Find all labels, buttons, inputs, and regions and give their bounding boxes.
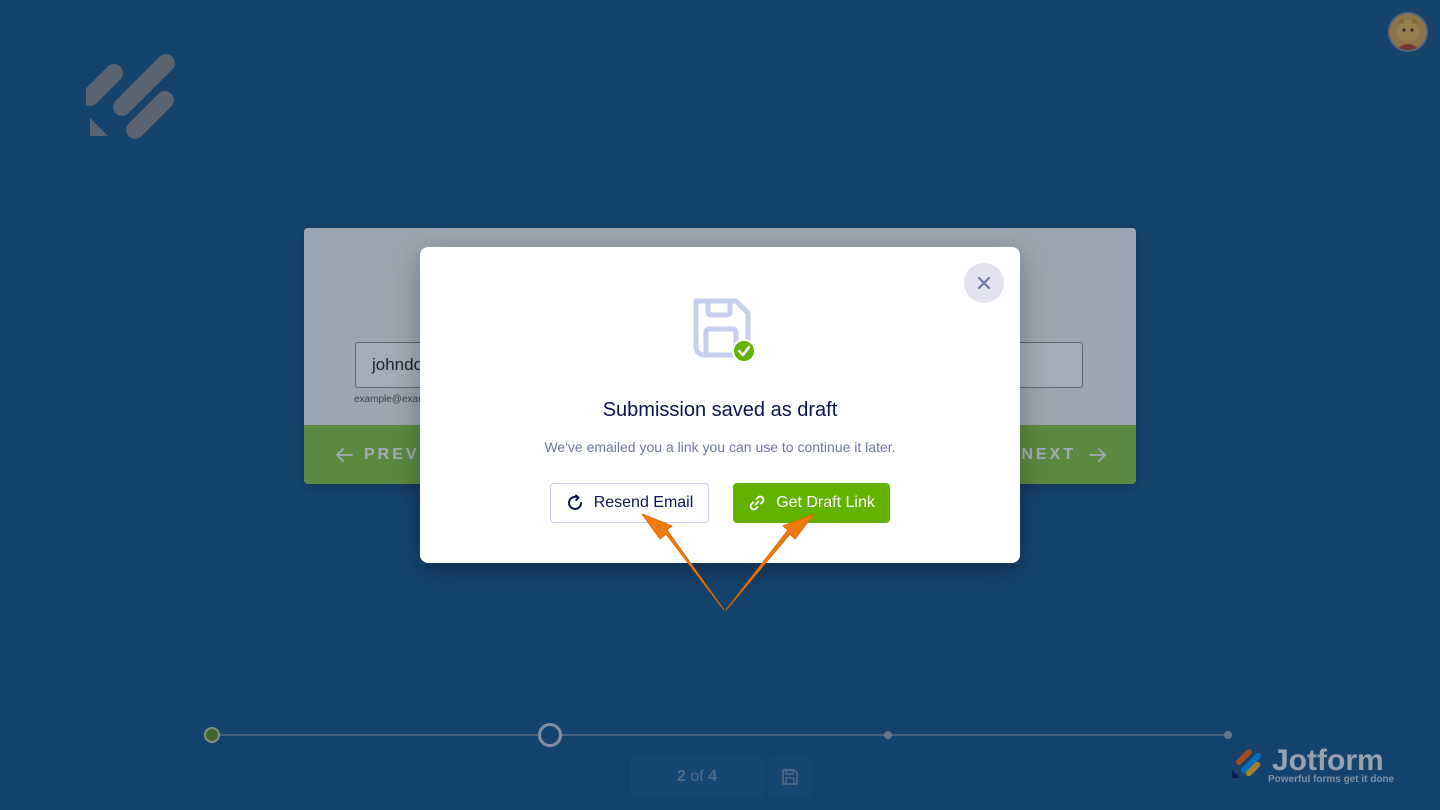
dialog-subtitle: We've emailed you a link you can use to … (544, 439, 896, 455)
get-draft-link-label: Get Draft Link (776, 494, 875, 511)
dialog-title: Submission saved as draft (602, 399, 838, 421)
resend-email-button[interactable]: Resend Email (550, 483, 709, 523)
close-button[interactable] (964, 263, 1004, 303)
link-icon (749, 495, 765, 511)
resend-email-label: Resend Email (593, 494, 694, 511)
get-draft-link-button[interactable]: Get Draft Link (733, 483, 890, 523)
close-icon (977, 276, 991, 290)
refresh-icon (567, 494, 582, 510)
check-icon (732, 339, 756, 363)
floppy-disk-icon (693, 298, 756, 363)
draft-saved-dialog: Submission saved as draft We've emailed … (420, 247, 1020, 563)
